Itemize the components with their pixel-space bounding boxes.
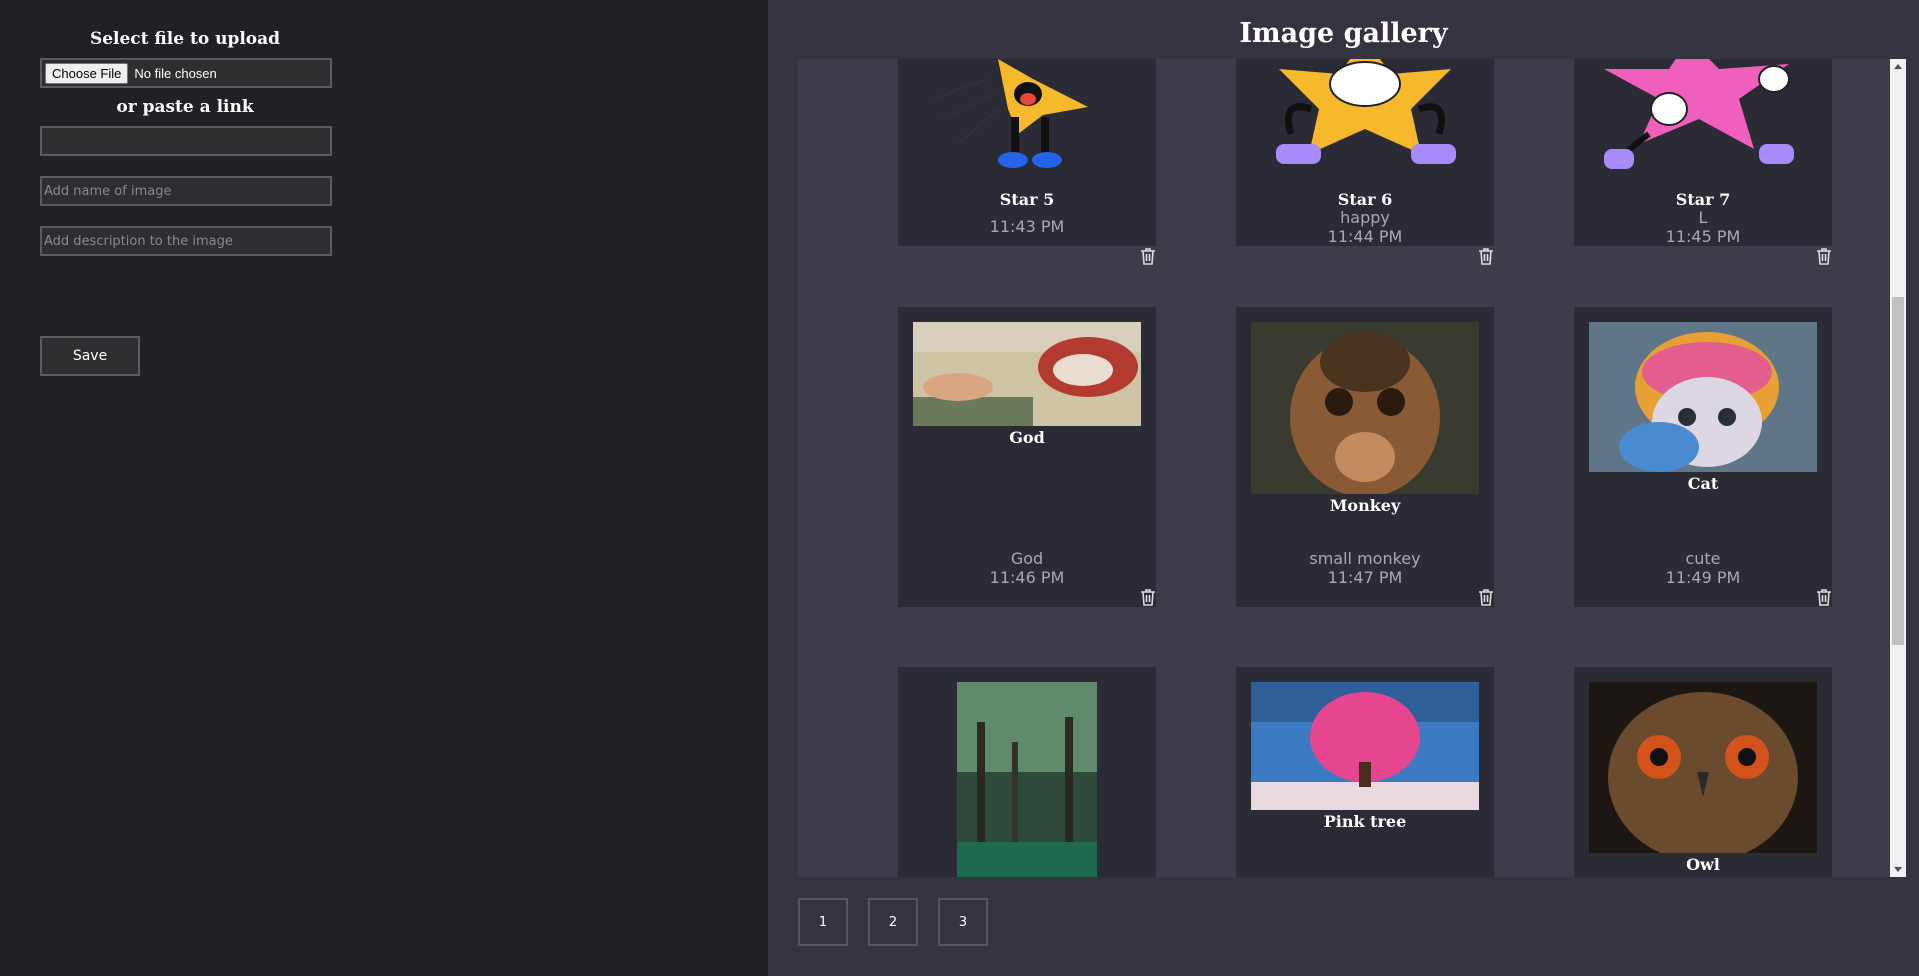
card-name: Monkey (1329, 496, 1401, 515)
link-input[interactable] (40, 126, 332, 156)
card-description: small monkey (1309, 549, 1421, 568)
gallery-title: Image gallery (1239, 18, 1448, 49)
trash-icon[interactable] (1478, 588, 1494, 606)
card-time: 11:47 PM (1327, 568, 1403, 587)
chevron-down-icon[interactable] (1894, 867, 1902, 872)
chevron-up-icon[interactable] (1894, 64, 1902, 69)
scrollbar-thumb[interactable] (1892, 297, 1904, 645)
card-description: God (1010, 549, 1044, 568)
god-image (913, 322, 1141, 426)
gallery-card-star-6[interactable]: Star 6 happy 11:44 PM (1236, 59, 1494, 265)
upload-panel: Select file to upload Choose File No fil… (0, 0, 768, 976)
page-button-1[interactable]: 1 (798, 898, 848, 946)
gallery-card-star-7[interactable]: Star 7 L 11:45 PM (1574, 59, 1832, 265)
gallery-card-cat[interactable]: Cat cute 11:49 PM (1574, 307, 1832, 607)
star-7-image (1604, 59, 1794, 169)
or-paste-link-heading: or paste a link (116, 97, 254, 117)
gallery-card-pink-tree[interactable]: Pink tree (1236, 667, 1494, 877)
card-time: 11:43 PM (989, 217, 1065, 236)
no-file-text: No file chosen (134, 65, 217, 81)
file-input[interactable]: Choose File No file chosen (40, 58, 332, 88)
image-name-input[interactable] (40, 176, 332, 206)
page-button-3[interactable]: 3 (938, 898, 988, 946)
trash-icon[interactable] (1478, 247, 1494, 265)
trash-icon[interactable] (1140, 588, 1156, 606)
page-button-2[interactable]: 2 (868, 898, 918, 946)
card-name: Star 5 (999, 190, 1055, 209)
choose-file-button[interactable]: Choose File (45, 62, 129, 84)
gallery-scrollbar[interactable] (1890, 59, 1906, 877)
card-description: L (1698, 208, 1708, 227)
card-name: God (1009, 428, 1045, 447)
card-name: Cat (1687, 474, 1719, 493)
pink-tree-image (1251, 682, 1479, 810)
card-time: 11:45 PM (1665, 227, 1741, 246)
trash-icon[interactable] (1140, 247, 1156, 265)
card-name: Pink tree (1323, 812, 1407, 831)
gallery-panel: Image gallery Star 5 11:43 PM Star 6 hap… (768, 0, 1919, 976)
trash-icon[interactable] (1816, 247, 1832, 265)
card-name: Star 7 (1675, 190, 1731, 209)
card-description: happy (1340, 208, 1390, 227)
gallery-card-god[interactable]: God God 11:46 PM (898, 307, 1156, 607)
star-6-image (1276, 59, 1456, 164)
gallery-card-forest[interactable] (898, 667, 1156, 877)
forest-image (957, 682, 1097, 877)
gallery-card-monkey[interactable]: Monkey small monkey 11:47 PM (1236, 307, 1494, 607)
trash-icon[interactable] (1816, 588, 1832, 606)
card-description: cute (1685, 549, 1721, 568)
card-name: Owl (1686, 855, 1720, 874)
card-time: 11:49 PM (1665, 568, 1741, 587)
star-5-image (932, 59, 1088, 168)
gallery-card-star-5[interactable]: Star 5 11:43 PM (898, 59, 1156, 265)
cat-image (1589, 322, 1817, 472)
gallery-card-owl[interactable]: Owl (1574, 667, 1832, 877)
card-time: 11:44 PM (1327, 227, 1403, 246)
card-time: 11:46 PM (989, 568, 1065, 587)
card-name: Star 6 (1337, 190, 1393, 209)
select-file-heading: Select file to upload (89, 29, 281, 49)
save-button[interactable]: Save (40, 336, 140, 376)
owl-image (1589, 682, 1817, 853)
monkey-image (1251, 322, 1479, 494)
gallery-grid[interactable]: Star 5 11:43 PM Star 6 happy 11:44 PM St… (798, 59, 1890, 877)
image-description-input[interactable] (40, 226, 332, 256)
